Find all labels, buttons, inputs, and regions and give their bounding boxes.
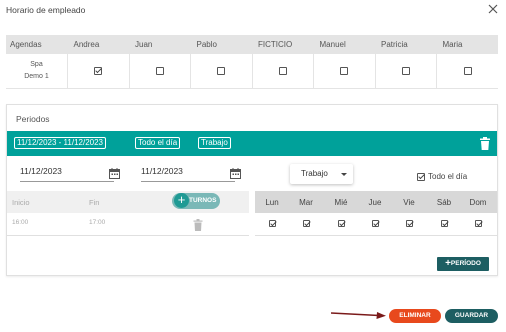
add-period-button[interactable]: +PERÍODO xyxy=(437,257,489,271)
period-type-chip: Trabajo xyxy=(198,137,231,149)
weekday-cell xyxy=(392,219,426,228)
weekday-label: Mié xyxy=(334,198,348,207)
weekday-label: Lun xyxy=(265,198,279,207)
employee-cell xyxy=(436,54,498,89)
employee-column-header: Juan xyxy=(129,35,191,54)
employee-column-header: Maria xyxy=(436,35,498,54)
chevron-down-icon xyxy=(341,173,347,176)
weekday-label: Mar xyxy=(299,198,313,207)
calendar-icon[interactable] xyxy=(109,168,120,179)
weekday-checkbox[interactable] xyxy=(337,220,345,228)
delete-button[interactable]: ELIMINAR xyxy=(389,309,441,323)
period-allday-chip: Todo el día xyxy=(135,137,181,149)
employee-checkbox[interactable] xyxy=(94,67,103,76)
employee-agenda-table: Agendas Andrea Juan Pablo FICTICIO Manue… xyxy=(6,35,498,89)
allday-toggle[interactable]: Todo el día xyxy=(417,172,467,181)
weekday-cell xyxy=(461,219,495,228)
weekday-cell xyxy=(427,219,461,228)
weekday-checkbox[interactable] xyxy=(268,220,276,228)
shift-row: 16:00 17:00 xyxy=(7,214,249,236)
table-row: Spa Demo 1 xyxy=(6,54,498,89)
period-type-value: Trabajo xyxy=(301,169,328,178)
weekday-checkbox[interactable] xyxy=(474,220,482,228)
employee-header-row: Agendas Andrea Juan Pablo FICTICIO Manue… xyxy=(6,35,498,54)
weekday-checkbox[interactable] xyxy=(405,220,413,228)
end-date-field[interactable]: 11/12/2023 xyxy=(141,166,235,182)
calendar-icon[interactable] xyxy=(230,168,241,179)
employee-cell xyxy=(252,54,314,89)
trash-icon[interactable] xyxy=(193,219,203,231)
employee-checkbox[interactable] xyxy=(340,67,349,76)
employee-cell xyxy=(67,54,130,89)
agendas-header: Agendas xyxy=(6,35,68,54)
period-header-bar[interactable]: 11/12/2023 - 11/12/2023 Todo el día Trab… xyxy=(7,131,497,156)
save-button[interactable]: GUARDAR xyxy=(445,309,498,323)
periods-panel: Periodos 11/12/2023 - 11/12/2023 Todo el… xyxy=(6,104,498,276)
shift-end-header: Fin xyxy=(89,198,100,207)
shift-start-time[interactable]: 16:00 xyxy=(12,219,28,226)
weekday-label: Sáb xyxy=(436,198,452,207)
allday-label: Todo el día xyxy=(428,172,468,181)
agenda-row-label: Spa Demo 1 xyxy=(6,54,68,89)
dialog-title: Horario de empleado xyxy=(6,5,86,15)
arrow-icon xyxy=(331,312,386,319)
weekdays-row xyxy=(255,214,497,236)
shifts-header: Inicio Fin TURNOS + xyxy=(7,191,249,213)
agenda-name-line2: Demo 1 xyxy=(24,72,49,80)
weekday-label: Jue xyxy=(368,198,382,207)
employee-column-header: FICTICIO xyxy=(252,35,314,54)
weekday-checkbox[interactable] xyxy=(302,220,310,228)
employee-checkbox[interactable] xyxy=(401,67,410,76)
trash-icon[interactable] xyxy=(479,137,491,150)
employee-cell xyxy=(313,54,376,89)
weekday-label: Vie xyxy=(403,198,415,207)
employee-cell xyxy=(190,54,253,89)
employee-checkbox[interactable] xyxy=(463,67,472,76)
employee-checkbox[interactable] xyxy=(217,67,226,76)
period-type-select[interactable]: Trabajo xyxy=(290,164,353,184)
period-range-chip: 11/12/2023 - 11/12/2023 xyxy=(14,137,106,149)
weekdays-header: Lun Mar Mié Jue Vie Sáb Dom xyxy=(255,191,497,213)
employee-column-header: Pablo xyxy=(190,35,252,54)
employee-checkbox[interactable] xyxy=(155,67,164,76)
weekday-cell xyxy=(255,219,289,228)
weekday-cell xyxy=(358,219,392,228)
weekday-cell xyxy=(324,219,358,228)
employee-cell xyxy=(375,54,437,89)
weekday-checkbox[interactable] xyxy=(371,220,379,228)
agenda-name-line1: Spa xyxy=(30,60,43,68)
employee-column-header: Patricia xyxy=(375,35,437,54)
weekday-checkbox[interactable] xyxy=(440,220,448,228)
employee-column-header: Andrea xyxy=(67,35,129,54)
weekday-label: Dom xyxy=(469,198,487,207)
weekday-cell xyxy=(289,219,323,228)
employee-column-header: Manuel xyxy=(313,35,375,54)
periods-title: Periodos xyxy=(16,114,50,124)
employee-cell xyxy=(129,54,191,89)
shift-end-time[interactable]: 17:00 xyxy=(89,219,105,226)
close-icon[interactable] xyxy=(486,2,500,16)
plus-icon[interactable]: + xyxy=(174,193,189,208)
start-date-field[interactable]: 11/12/2023 xyxy=(20,166,114,182)
allday-checkbox[interactable] xyxy=(417,172,425,181)
shift-start-header: Inicio xyxy=(12,198,30,207)
employee-checkbox[interactable] xyxy=(278,67,287,76)
add-period-label: PERÍODO xyxy=(450,260,481,267)
